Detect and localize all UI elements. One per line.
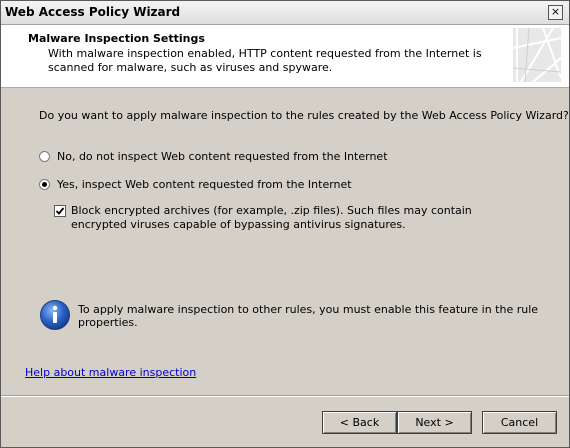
page-description: With malware inspection enabled, HTTP co… bbox=[48, 47, 482, 74]
cancel-button[interactable]: Cancel bbox=[482, 411, 557, 434]
wizard-banner-graphic bbox=[513, 28, 561, 82]
title-bar[interactable]: Web Access Policy Wizard × bbox=[1, 1, 569, 25]
block-archives-checkbox[interactable] bbox=[54, 205, 66, 217]
info-icon bbox=[40, 300, 70, 330]
wizard-header: Malware Inspection Settings With malware… bbox=[1, 25, 569, 88]
help-link[interactable]: Help about malware inspection bbox=[25, 366, 196, 379]
footer-divider bbox=[1, 395, 569, 397]
option-no-label: No, do not inspect Web content requested… bbox=[57, 149, 388, 163]
next-button[interactable]: Next > bbox=[397, 411, 472, 434]
close-button[interactable]: × bbox=[548, 5, 563, 20]
wizard-window: Web Access Policy Wizard × Malware Inspe… bbox=[0, 0, 570, 448]
radio-yes[interactable] bbox=[39, 178, 50, 190]
option-no[interactable]: No, do not inspect Web content requested… bbox=[39, 149, 388, 163]
checkmark-icon bbox=[55, 207, 65, 215]
window-title: Web Access Policy Wizard bbox=[5, 5, 181, 19]
back-button[interactable]: < Back bbox=[322, 411, 397, 434]
block-archives-label: Block encrypted archives (for example, .… bbox=[71, 204, 472, 231]
info-text: To apply malware inspection to other rul… bbox=[78, 303, 539, 329]
question-text: Do you want to apply malware inspection … bbox=[39, 109, 569, 122]
option-yes-label: Yes, inspect Web content requested from … bbox=[57, 177, 352, 191]
radio-no[interactable] bbox=[39, 150, 50, 162]
page-title: Malware Inspection Settings bbox=[28, 32, 205, 45]
option-yes[interactable]: Yes, inspect Web content requested from … bbox=[39, 177, 352, 191]
